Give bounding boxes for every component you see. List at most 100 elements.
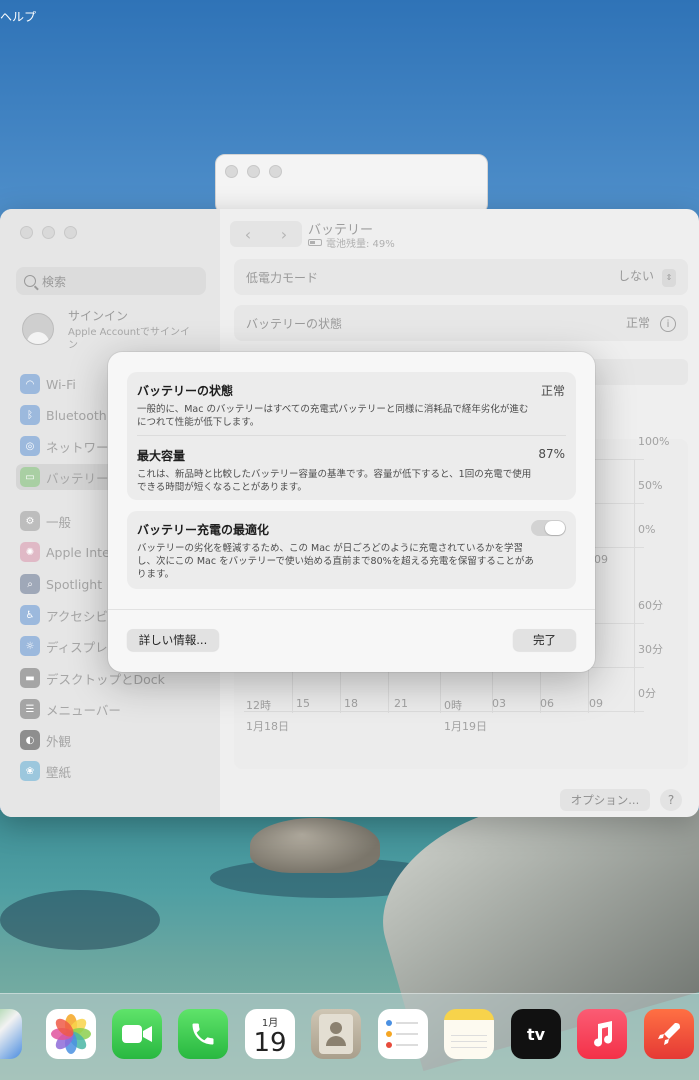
avatar (22, 313, 54, 345)
signin-item[interactable]: サインイン Apple Accountでサインイン (22, 307, 193, 352)
phone-icon[interactable] (178, 1009, 228, 1059)
info-icon[interactable]: i (660, 316, 676, 333)
minimize-dot[interactable] (247, 165, 260, 178)
x-tick-label: 0時 (444, 699, 462, 712)
zoom-dot[interactable] (64, 226, 77, 239)
stepper-icon: ⇕ (662, 268, 676, 287)
x-tick-label: 06 (540, 697, 554, 710)
battery-health-dialog: バッテリーの状態 正常 一般的に、Mac のバッテリーはすべての充電式バッテリー… (108, 352, 595, 672)
reminders-icon[interactable] (378, 1009, 428, 1059)
signin-title: サインイン (68, 309, 129, 323)
close-dot[interactable] (20, 226, 33, 239)
maps-icon[interactable] (0, 1009, 22, 1059)
launchpad-icon[interactable] (644, 1009, 694, 1059)
dock: 1月 19 tv (0, 993, 699, 1080)
x-tick-label: 15 (296, 697, 310, 710)
battery-health-row: バッテリーの状態 正常 i (234, 305, 688, 341)
signin-subtitle: Apple Accountでサインイン (68, 327, 191, 351)
y-tick-label: 0% (638, 523, 656, 536)
x-tick-label: 21 (394, 697, 408, 710)
sidebar-item-bluetooth[interactable]: ᛒ Bluetooth (20, 402, 107, 428)
notes-icon[interactable] (444, 1009, 494, 1059)
menubar-icon: ☰ (20, 699, 40, 719)
optimize-section: バッテリー充電の最適化 バッテリーの劣化を軽減するため、この Mac が日ごろど… (137, 521, 565, 581)
bluetooth-icon: ᛒ (20, 405, 40, 425)
divider (108, 609, 595, 610)
apple-intelligence-icon: ✺ (20, 542, 40, 562)
x-tick-label: 03 (492, 697, 506, 710)
toggle-knob (545, 521, 565, 535)
window-controls (225, 165, 282, 178)
battery-level-icon (308, 239, 322, 246)
window-controls (20, 226, 77, 239)
optimize-card: バッテリー充電の最適化 バッテリーの劣化を軽減するため、この Mac が日ごろど… (127, 511, 576, 589)
network-icon: ◎ (20, 436, 40, 456)
forward-chevron-icon[interactable]: › (281, 225, 287, 244)
menubar-help[interactable]: ヘルプ (0, 8, 36, 25)
optimize-title: バッテリー充電の最適化 (137, 523, 270, 537)
accessibility-icon: ♿ (20, 605, 40, 625)
capacity-value: 87% (538, 447, 565, 461)
y-tick-label: 0分 (638, 687, 656, 700)
more-info-button[interactable]: 詳しい情報... (127, 629, 219, 651)
low-power-row: 低電力モード しない ⇕ (234, 259, 688, 295)
dock-icon: ▬ (20, 668, 40, 688)
nav-buttons: ‹ › (230, 221, 302, 247)
wifi-icon: ◠ (20, 374, 40, 394)
health-card: バッテリーの状態 正常 一般的に、Mac のバッテリーはすべての充電式バッテリー… (127, 372, 576, 500)
health-description: 一般的に、Mac のバッテリーはすべての充電式バッテリーと同様に消耗品で経年劣化… (137, 404, 529, 428)
y-tick-label: 60分 (638, 599, 663, 612)
help-button[interactable]: ? (660, 789, 682, 811)
sidebar-item-menubar[interactable]: ☰ メニューバー (20, 696, 121, 722)
health-section: バッテリーの状態 正常 一般的に、Mac のバッテリーはすべての充電式バッテリー… (137, 382, 565, 429)
capacity-section: 最大容量 87% これは、新品時と比較したバッテリー容量の基準です。容量が低下す… (137, 447, 565, 494)
done-button[interactable]: 完了 (513, 629, 576, 651)
display-icon: ☼ (20, 636, 40, 656)
options-button[interactable]: オプション... (560, 789, 650, 811)
optimize-toggle[interactable] (531, 520, 566, 536)
photos-icon[interactable] (46, 1009, 96, 1059)
contacts-icon[interactable] (311, 1009, 361, 1059)
spotlight-icon: ⌕ (20, 574, 40, 594)
optimize-description: バッテリーの劣化を軽減するため、この Mac が日ごろどのように充電されているか… (137, 543, 534, 580)
sidebar-item-wallpaper[interactable]: ❀ 壁紙 (20, 758, 71, 784)
x-tick-label: 12時 (246, 699, 271, 712)
close-dot[interactable] (225, 165, 238, 178)
calendar-icon[interactable]: 1月 19 (245, 1009, 295, 1059)
apple-tv-icon[interactable]: tv (511, 1009, 561, 1059)
battery-icon: ▭ (20, 467, 40, 487)
sidebar-item-wifi[interactable]: ◠ Wi-Fi (20, 371, 76, 397)
x-tick-label: 09 (594, 553, 608, 566)
music-icon[interactable] (577, 1009, 627, 1059)
minimize-dot[interactable] (42, 226, 55, 239)
capacity-description: これは、新品時と比較したバッテリー容量の基準です。容量が低下すると、1回の充電で… (137, 469, 532, 493)
x-tick-label: 18 (344, 697, 358, 710)
battery-level: 電池残量: 49% (308, 235, 395, 250)
zoom-dot[interactable] (269, 165, 282, 178)
divider (137, 435, 566, 436)
facetime-icon[interactable] (112, 1009, 162, 1059)
gear-icon: ⚙ (20, 511, 40, 531)
sidebar-item-network[interactable]: ◎ ネットワーク (20, 433, 121, 459)
date-label: 1月19日 (444, 720, 487, 733)
low-power-select[interactable]: しない ⇕ (618, 267, 676, 287)
health-value: 正常 (540, 384, 565, 398)
search-input[interactable]: 検索 (16, 267, 206, 295)
health-title: バッテリーの状態 (137, 384, 234, 398)
sidebar-item-display[interactable]: ☼ ディスプレイ (20, 633, 120, 659)
sidebar-item-appearance[interactable]: ◐ 外観 (20, 727, 71, 753)
y-tick-label: 100% (638, 435, 670, 448)
y-tick-label: 50% (638, 479, 663, 492)
capacity-title: 最大容量 (137, 449, 186, 463)
back-chevron-icon[interactable]: ‹ (245, 225, 251, 244)
search-icon (24, 275, 36, 287)
sidebar-item-general[interactable]: ⚙ 一般 (20, 508, 71, 534)
calendar-day: 19 (253, 1027, 287, 1058)
date-label: 1月18日 (246, 720, 289, 733)
y-tick-label: 30分 (638, 643, 663, 656)
sidebar-item-spotlight[interactable]: ⌕ Spotlight (20, 571, 102, 597)
appearance-icon: ◐ (20, 730, 40, 750)
background-window[interactable] (215, 154, 488, 214)
wallpaper-icon: ❀ (20, 761, 40, 781)
x-tick-label: 09 (589, 697, 603, 710)
